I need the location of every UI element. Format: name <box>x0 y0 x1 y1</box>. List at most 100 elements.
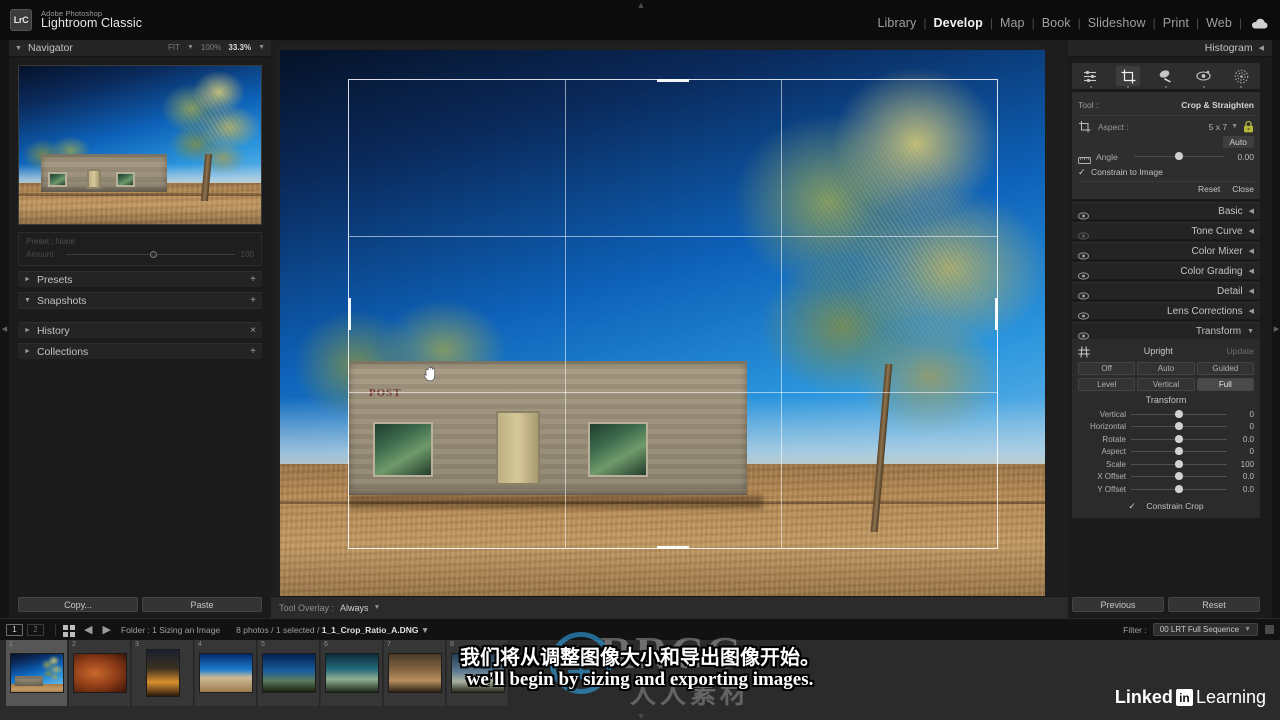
grid-view-icon[interactable] <box>63 624 75 637</box>
crop-overlay-icon[interactable] <box>1116 66 1141 88</box>
previous-button[interactable]: Previous <box>1072 597 1164 612</box>
top-collapse-grip[interactable]: ▲ <box>636 1 646 10</box>
upright-level-button[interactable]: Level <box>1078 378 1136 391</box>
eye-icon[interactable] <box>1078 207 1089 220</box>
slider-value-x-offset[interactable]: 0.0 <box>1232 472 1254 481</box>
slider-knob-horizontal[interactable] <box>1175 422 1183 431</box>
crop-reset-button[interactable]: Reset <box>1198 184 1220 194</box>
constrain-crop-checkbox[interactable]: ✓ <box>1128 501 1136 510</box>
zoom-100[interactable]: 100% <box>201 43 221 52</box>
filmstrip-thumb-2[interactable]: 2 <box>69 640 131 706</box>
upright-vertical-button[interactable]: Vertical <box>1137 378 1195 391</box>
cloud-icon[interactable] <box>1251 18 1268 29</box>
slider-knob-y-offset[interactable] <box>1175 484 1183 493</box>
slider-knob-aspect[interactable] <box>1175 447 1183 456</box>
slider-track-horizontal[interactable] <box>1131 422 1227 431</box>
panel-row-transform[interactable]: Transform ▼ <box>1072 322 1260 340</box>
masking-icon[interactable] <box>1079 66 1103 88</box>
sidebar-item-presets[interactable]: ► Presets + <box>18 271 262 287</box>
lock-closed-icon[interactable] <box>1243 120 1254 133</box>
slider-track-rotate[interactable] <box>1131 434 1227 443</box>
filmstrip-thumb-5[interactable]: 5 <box>258 640 320 706</box>
upright-auto-button[interactable]: Auto <box>1137 362 1195 375</box>
filename-chevron-down-icon[interactable]: ▼ <box>421 625 429 635</box>
crop-frame-icon[interactable] <box>1078 120 1092 133</box>
panel-row-color-mixer[interactable]: Color Mixer ◀ <box>1072 242 1260 260</box>
amount-slider[interactable] <box>66 251 235 258</box>
filmstrip-thumb-7[interactable]: 7 <box>384 640 446 706</box>
module-print[interactable]: Print <box>1156 16 1196 30</box>
crop-angle-value[interactable]: 0.00 <box>1230 152 1254 162</box>
upright-guide-icon[interactable] <box>1078 345 1090 358</box>
crop-aspect-chevron-down-icon[interactable]: ▼ <box>1231 123 1238 130</box>
snapshots-add-icon[interactable]: + <box>250 295 256 306</box>
module-library[interactable]: Library <box>870 16 923 30</box>
filmstrip-thumb-6[interactable]: 6 <box>321 640 383 706</box>
upright-guided-button[interactable]: Guided <box>1196 362 1254 375</box>
crop-angle-slider-knob[interactable] <box>1175 152 1183 160</box>
filter-toggle-icon[interactable] <box>1265 625 1274 634</box>
slider-track-x-offset[interactable] <box>1131 472 1227 481</box>
upright-off-button[interactable]: Off <box>1078 362 1136 375</box>
presets-add-icon[interactable]: + <box>250 274 256 285</box>
radial-filter-icon[interactable] <box>1229 66 1253 88</box>
filmstrip-thumb-1[interactable]: 1 <box>6 640 68 706</box>
slider-value-scale[interactable]: 100 <box>1232 460 1254 469</box>
zoom-fit-stepper-icon[interactable]: ▼ <box>187 44 194 51</box>
spot-removal-icon[interactable] <box>1154 66 1178 88</box>
sidebar-item-history[interactable]: ► History × <box>18 322 262 338</box>
filmstrip-thumb-3[interactable]: 3 <box>132 640 194 706</box>
module-web[interactable]: Web <box>1199 16 1239 30</box>
slider-value-y-offset[interactable]: 0.0 <box>1232 485 1254 494</box>
module-slideshow[interactable]: Slideshow <box>1081 16 1153 30</box>
slider-knob-rotate[interactable] <box>1175 434 1183 443</box>
module-develop[interactable]: Develop <box>927 16 990 30</box>
zoom-current-stepper-icon[interactable]: ▼ <box>258 44 265 51</box>
upright-full-button[interactable]: Full <box>1196 378 1254 391</box>
slider-value-vertical[interactable]: 0 <box>1232 410 1254 419</box>
slider-value-horizontal[interactable]: 0 <box>1232 422 1254 431</box>
slider-value-aspect[interactable]: 0 <box>1232 447 1254 456</box>
reset-button[interactable]: Reset <box>1168 597 1260 612</box>
zoom-fit[interactable]: FIT <box>168 43 180 52</box>
red-eye-icon[interactable] <box>1192 66 1216 88</box>
panel-row-basic[interactable]: Basic ◀ <box>1072 202 1260 220</box>
panel-row-detail[interactable]: Detail ◀ <box>1072 282 1260 300</box>
paste-button[interactable]: Paste <box>142 597 262 612</box>
slider-track-aspect[interactable] <box>1131 447 1227 456</box>
left-panel-collapse-arrow[interactable]: ◀ <box>0 40 9 618</box>
navigator-preview[interactable] <box>18 65 262 225</box>
eye-icon[interactable] <box>1078 247 1089 260</box>
collections-add-icon[interactable]: + <box>250 346 256 357</box>
current-filename[interactable]: 1_1_Crop_Ratio_A.DNG <box>322 625 419 635</box>
page-button-2[interactable]: 2 <box>27 623 44 636</box>
arrow-left-icon[interactable]: ◀ <box>84 623 92 636</box>
crop-close-button[interactable]: Close <box>1232 184 1254 194</box>
histogram-header[interactable]: Histogram ◀ <box>1068 40 1272 57</box>
image-stage[interactable]: POST <box>275 45 1045 605</box>
arrow-right-icon[interactable]: ▶ <box>102 623 110 636</box>
filmstrip-thumb-8[interactable]: 8 <box>447 640 509 706</box>
navigator-header[interactable]: ▼ Navigator FIT ▼ 100% 33.3% ▼ <box>9 40 271 57</box>
panel-row-lens-corrections[interactable]: Lens Corrections ◀ <box>1072 302 1260 320</box>
bottom-collapse-grip[interactable]: ▼ <box>636 712 646 720</box>
upright-update-button[interactable]: Update <box>1227 346 1254 356</box>
eye-icon-off[interactable] <box>1078 227 1089 240</box>
straighten-tool-icon[interactable] <box>1078 152 1091 164</box>
eye-icon[interactable] <box>1078 307 1089 320</box>
slider-value-rotate[interactable]: 0.0 <box>1232 435 1254 444</box>
history-clear-icon[interactable]: × <box>250 325 256 336</box>
zoom-current[interactable]: 33.3% <box>228 43 251 52</box>
constrain-crop-row[interactable]: ✓ Constrain Crop <box>1078 499 1254 513</box>
slider-knob-vertical[interactable] <box>1175 409 1183 418</box>
module-map[interactable]: Map <box>993 16 1032 30</box>
slider-knob-x-offset[interactable] <box>1175 472 1183 481</box>
filmstrip[interactable]: 1 2 3 4 5 6 7 8 <box>0 640 1280 720</box>
constrain-to-image-row[interactable]: ✓ Constrain to Image <box>1078 164 1254 179</box>
slider-track-vertical[interactable] <box>1131 409 1227 418</box>
panel-row-tone-curve[interactable]: Tone Curve ◀ <box>1072 222 1260 240</box>
main-photo[interactable]: POST <box>280 50 1045 605</box>
filmstrip-thumb-4[interactable]: 4 <box>195 640 257 706</box>
tool-overlay-value[interactable]: Always <box>340 603 369 613</box>
filter-select[interactable]: 00 LRT Full Sequence ▼ <box>1152 623 1258 636</box>
